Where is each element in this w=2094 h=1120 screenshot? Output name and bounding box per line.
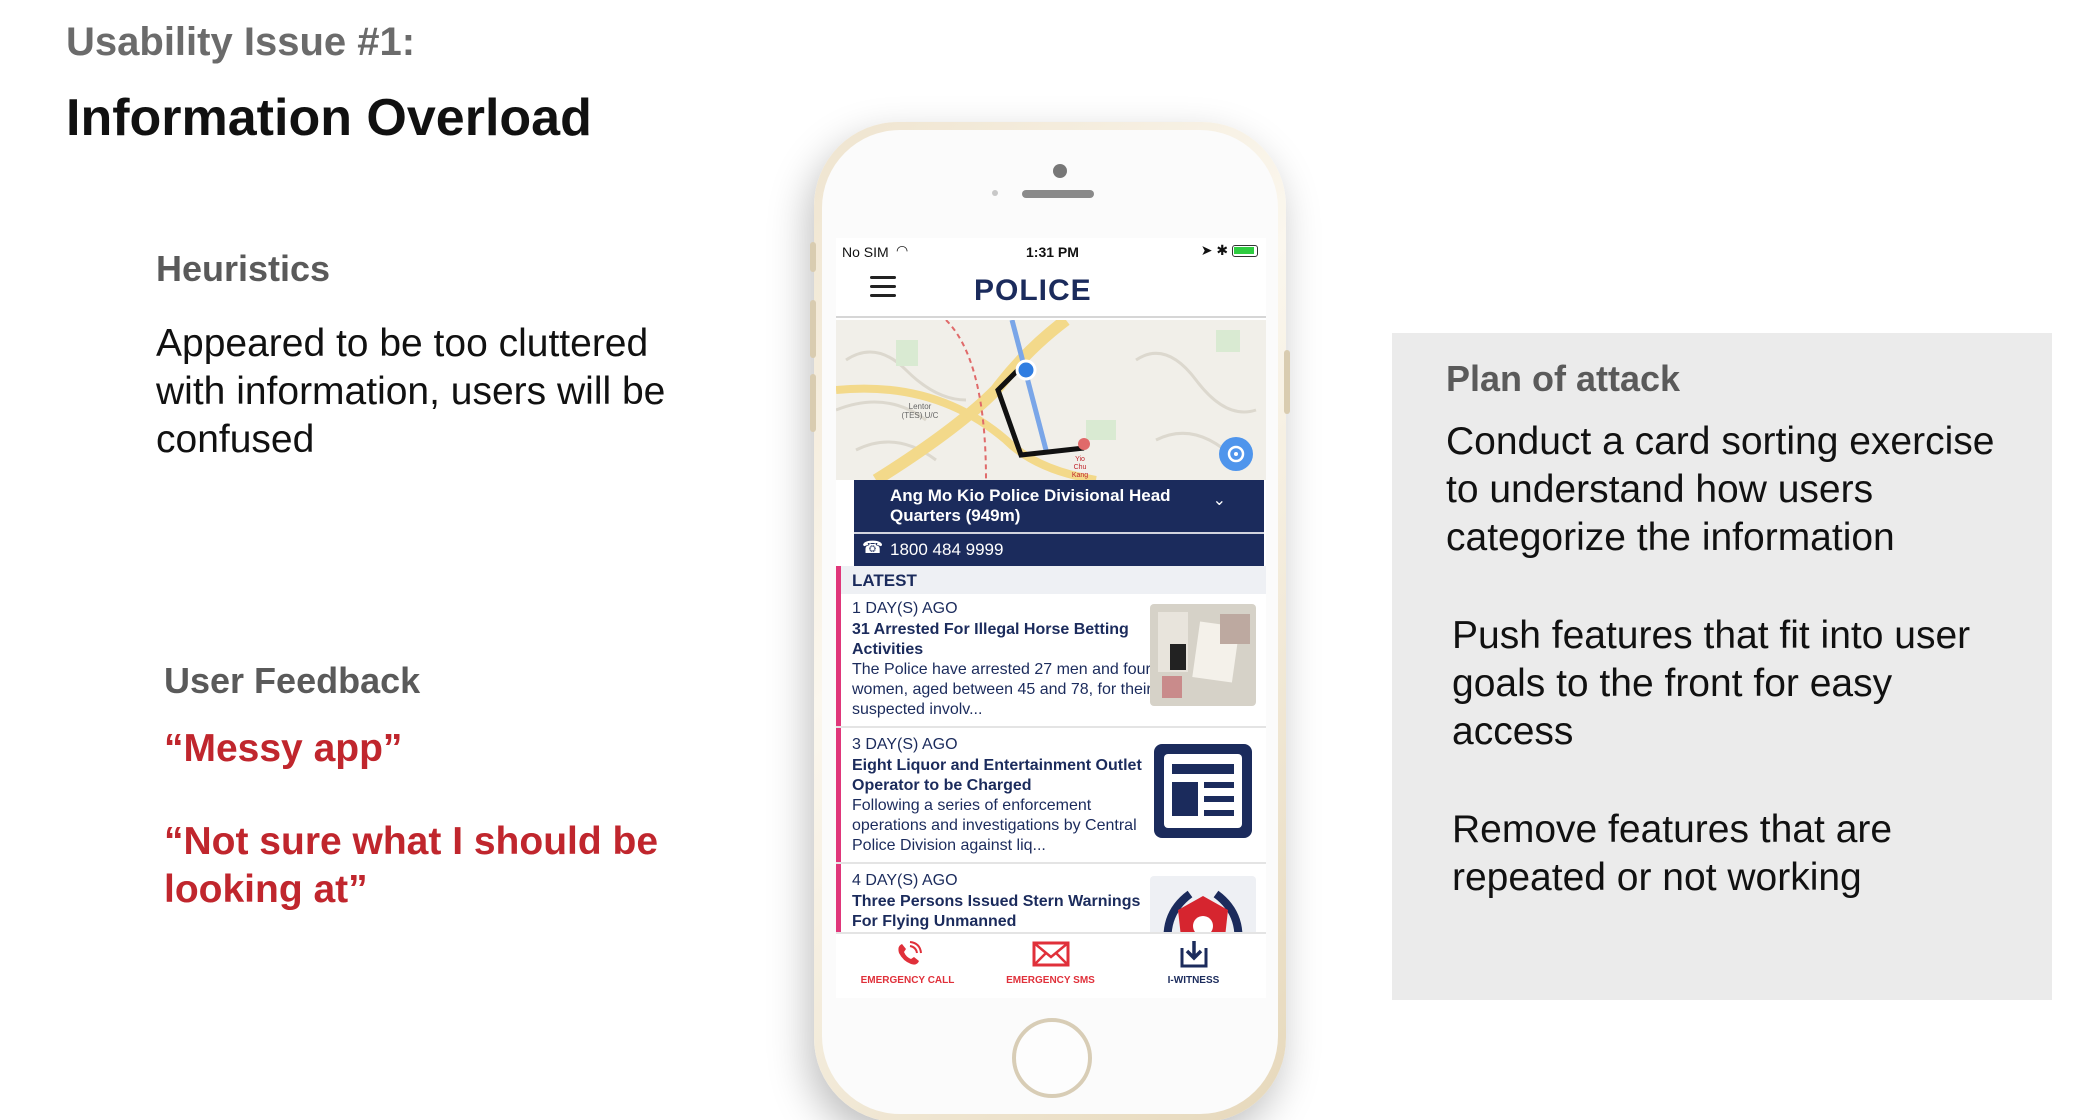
station-phone[interactable]: 1800 484 9999 [890,540,1003,560]
download-icon [1180,941,1207,968]
news-item[interactable]: 3 DAY(S) AGO Eight Liquor and Entertainm… [836,730,1266,864]
hamburger-menu-icon[interactable] [870,276,896,298]
earpiece-speaker [1022,190,1094,198]
proximity-sensor [992,190,998,196]
plan-item-3: Remove features that are repeated or not… [1452,808,1893,899]
app-screen: No SIM ◠ 1:31 PM ➤ ✱ POLICE Lentor (TES)… [836,238,1266,998]
newspaper-icon [1150,740,1256,842]
phone-icon: ☎ [862,538,884,557]
app-brand: POLICE [974,274,1092,307]
map-graphic [836,320,1266,480]
news-excerpt: The Police have arrested 27 men and four… [852,661,1152,718]
tab-label: EMERGENCY SMS [1006,975,1095,986]
nearest-station-card[interactable]: Ang Mo Kio Police Divisional Head Quarte… [854,480,1264,566]
tab-emergency-sms[interactable]: EMERGENCY SMS [979,940,1122,986]
phone-icon [897,941,922,965]
map-view[interactable]: Lentor (TES) U/C Yio Chu Kang [836,320,1266,480]
wifi-icon: ◠ [896,242,909,258]
news-title: Eight Liquor and Entertainment Outlet Op… [852,757,1142,794]
tab-label: I-WITNESS [1167,975,1220,986]
bottom-tab-bar: EMERGENCY CALL EMERGENCY SMS I-WITNESS [836,932,1266,998]
location-icon: ➤ [1200,242,1213,258]
carrier-label: No SIM [842,244,889,260]
tab-label: EMERGENCY CALL [860,975,955,986]
newspaper-graphic [1154,744,1252,838]
slide-title: Information Overload [66,89,592,147]
front-camera [1053,164,1067,178]
tab-emergency-call[interactable]: EMERGENCY CALL [836,940,979,986]
slide-kicker: Usability Issue #1: [66,20,416,64]
news-photo-thumbnail [1150,604,1256,706]
news-age: 4 DAY(S) AGO [852,872,958,889]
power-button [1284,350,1290,414]
status-bar: No SIM ◠ 1:31 PM ➤ ✱ [836,238,1266,266]
feedback-quote-1: “Messy app” [164,727,403,770]
mute-switch [810,242,816,272]
tab-i-witness[interactable]: I-WITNESS [1122,940,1265,986]
photo-graphic [1150,604,1256,706]
latest-header: LATEST [836,566,1266,594]
map-place-label: Yio Chu Kang [1071,456,1089,479]
status-icons: ➤ ✱ [1201,242,1258,259]
envelope-icon [1032,941,1069,967]
volume-up-button [810,300,816,358]
news-title: Three Persons Issued Stern Warnings For … [852,893,1141,930]
chevron-down-icon[interactable]: ⌄ [1213,490,1226,510]
plan-item-2: Push features that fit into user goals t… [1452,614,1971,753]
plan-label: Plan of attack [1446,358,1681,399]
status-time: 1:31 PM [1026,244,1079,260]
app-navbar: POLICE [836,266,1266,318]
news-excerpt: Following a series of enforcement operat… [852,797,1137,854]
volume-down-button [810,374,816,432]
heuristics-label: Heuristics [156,248,331,289]
battery-icon [1232,245,1258,258]
map-place-label: Lentor (TES) U/C [901,402,939,420]
feedback-quote-2: “Not sure what I should be looking at” [164,820,659,911]
news-title: 31 Arrested For Illegal Horse Betting Ac… [852,621,1129,658]
news-age: 3 DAY(S) AGO [852,736,958,753]
news-item[interactable]: 1 DAY(S) AGO 31 Arrested For Illegal Hor… [836,594,1266,728]
home-button[interactable] [1012,1018,1092,1098]
heuristics-text: Appeared to be too cluttered with inform… [156,322,666,461]
bluetooth-icon: ✱ [1216,242,1229,258]
plan-item-1: Conduct a card sorting exercise to under… [1446,420,1995,559]
station-name: Ang Mo Kio Police Divisional Head Quarte… [890,486,1171,525]
latest-label: LATEST [852,571,917,590]
feedback-label: User Feedback [164,660,421,701]
news-age: 1 DAY(S) AGO [852,600,958,617]
station-divider [854,532,1264,534]
